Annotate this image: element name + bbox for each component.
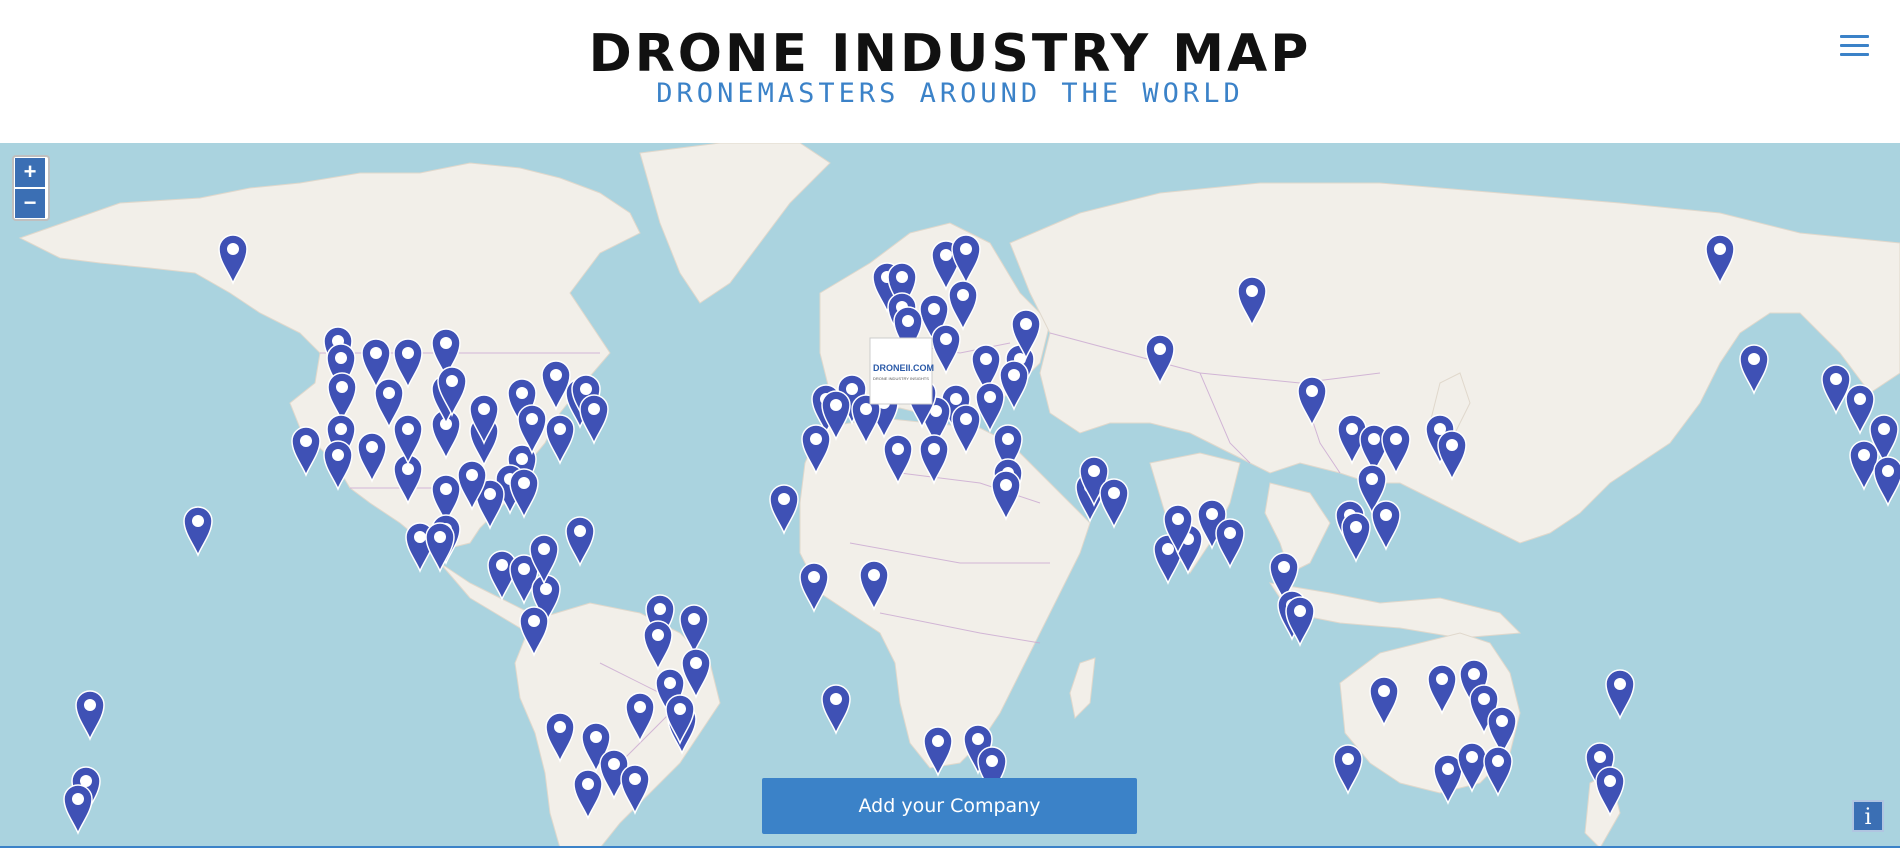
zoom-control: + − xyxy=(12,155,50,221)
info-button[interactable]: i xyxy=(1852,800,1884,832)
map-tiles[interactable]: DRONEII.COM DRONE INDUSTRY INSIGHTS xyxy=(0,143,1900,848)
page-title: DRONE INDUSTRY MAP xyxy=(588,24,1312,84)
hamburger-menu-icon[interactable] xyxy=(1840,35,1869,57)
world-map[interactable]: DRONEII.COM DRONE INDUSTRY INSIGHTS xyxy=(0,143,1900,848)
page-subtitle: DRONEMASTERS AROUND THE WORLD xyxy=(656,78,1244,109)
zoom-out-button[interactable]: − xyxy=(15,189,45,218)
popup-logo-text: DRONEII.COM xyxy=(873,363,934,373)
zoom-in-button[interactable]: + xyxy=(15,158,45,187)
company-popup[interactable]: DRONEII.COM DRONE INDUSTRY INSIGHTS xyxy=(869,337,934,405)
popup-logo-subtext: DRONE INDUSTRY INSIGHTS xyxy=(873,376,929,381)
add-company-button[interactable]: Add your Company xyxy=(762,778,1137,834)
site-header: DRONE INDUSTRY MAP DRONEMASTERS AROUND T… xyxy=(0,0,1900,143)
